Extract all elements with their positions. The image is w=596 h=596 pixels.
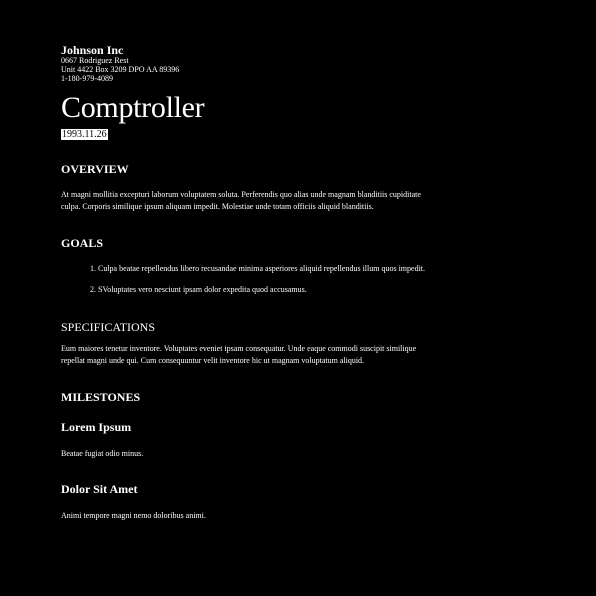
overview-section: OVERVIEW At magni mollitia excepturi lab… <box>61 162 441 213</box>
document-date: 1993.11.26 <box>61 129 108 140</box>
milestone-title: Lorem Ipsum <box>61 420 132 434</box>
document-page: Johnson Inc 0667 Rodriguez Rest Unit 442… <box>61 44 441 522</box>
goals-heading: GOALS <box>61 236 104 250</box>
overview-heading: OVERVIEW <box>61 162 129 176</box>
milestone-item: Lorem Ipsum Beatae fugiat odio minus. <box>61 420 441 460</box>
address-line-1: 0667 Rodriguez Rest <box>61 56 129 65</box>
goal-item: 1. Culpa beatae repellendus libero recus… <box>90 264 426 273</box>
address-line-2: Unit 4422 Box 3209 DPO AA 89396 <box>61 65 180 74</box>
goals-list: 1. Culpa beatae repellendus libero recus… <box>61 263 441 295</box>
specifications-section: SPECIFICATIONS Eum maiores tenetur inven… <box>61 320 441 367</box>
milestone-title: Dolor Sit Amet <box>61 482 138 496</box>
phone-number: 1-180-979-4089 <box>61 74 113 83</box>
overview-text: At magni mollitia excepturi laborum volu… <box>61 190 421 211</box>
company-header: Johnson Inc 0667 Rodriguez Rest Unit 442… <box>61 44 441 83</box>
specifications-text: Eum maiores tenetur inventore. Voluptate… <box>61 344 417 365</box>
milestones-section: MILESTONES Lorem Ipsum Beatae fugiat odi… <box>61 390 441 522</box>
company-name: Johnson Inc <box>61 43 124 57</box>
goal-item: 2. SVoluptates vero nesciunt ipsam dolor… <box>90 285 307 294</box>
milestones-heading: MILESTONES <box>61 390 141 404</box>
milestone-item: Dolor Sit Amet Animi tempore magni nemo … <box>61 482 441 522</box>
goals-section: GOALS 1. Culpa beatae repellendus libero… <box>61 236 441 295</box>
milestone-text: Animi tempore magni nemo doloribus animi… <box>61 511 206 520</box>
specifications-heading: SPECIFICATIONS <box>61 320 156 334</box>
milestone-text: Beatae fugiat odio minus. <box>61 449 144 458</box>
document-title: Comptroller <box>61 91 205 124</box>
